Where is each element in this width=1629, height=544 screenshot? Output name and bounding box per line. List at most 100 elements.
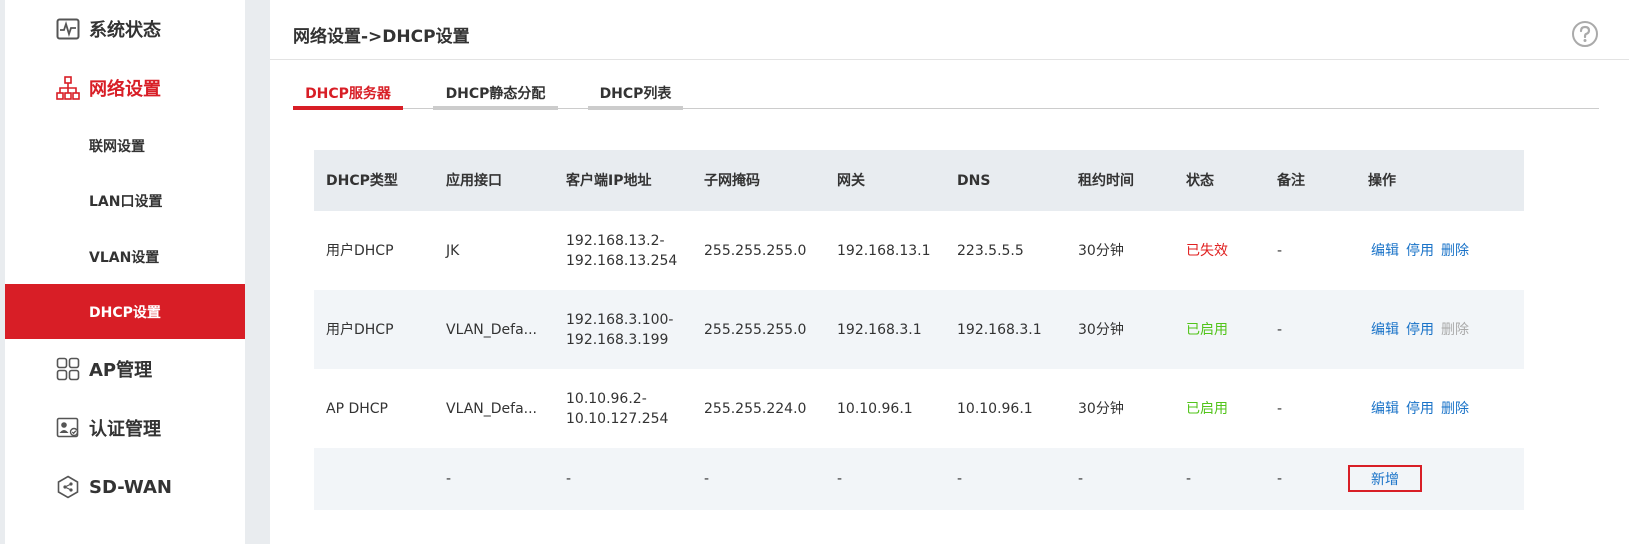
- column-header: DHCP类型: [326, 172, 398, 189]
- tab-indicator: [433, 106, 558, 110]
- table-row: 用户DHCP VLAN_Defa... 192.168.3.100- 192.1…: [314, 290, 1524, 369]
- edit-link[interactable]: 编辑: [1371, 241, 1399, 261]
- cell-type: AP DHCP: [326, 400, 388, 417]
- tab-dhcp-list[interactable]: DHCP列表: [588, 84, 683, 110]
- cell-note: -: [1277, 400, 1283, 417]
- cell-subnet-mask: 255.255.255.0: [704, 321, 807, 338]
- delete-link: 删除: [1441, 321, 1469, 338]
- column-header: 子网掩码: [704, 172, 760, 189]
- sidebar-item-label: SD-WAN: [89, 476, 172, 498]
- ip-end: 192.168.13.254: [566, 252, 678, 269]
- tab-indicator: [588, 106, 683, 110]
- sidebar-item-system-status[interactable]: 系统状态: [5, 0, 245, 58]
- sidebar-item-auth-management[interactable]: 认证管理: [5, 399, 245, 457]
- column-header: 租约时间: [1078, 172, 1134, 189]
- sidebar: 系统状态 网络设置 联网设置 LAN口设置 VLAN设置 DHCP设置 AP管理…: [5, 0, 245, 544]
- cell-subnet-mask: 255.255.255.0: [704, 242, 807, 259]
- cell-lease: 30分钟: [1078, 242, 1124, 259]
- cell-type: 用户DHCP: [326, 242, 394, 259]
- delete-link[interactable]: 删除: [1441, 241, 1469, 261]
- table-row-add: - - - - - - - - 新增: [314, 448, 1524, 510]
- cell-client-ip: 192.168.13.2- 192.168.13.254: [566, 211, 677, 290]
- id-card-icon: [55, 415, 81, 441]
- cell-dns: 10.10.96.1: [957, 400, 1033, 417]
- cell-placeholder: -: [1186, 471, 1192, 487]
- ip-start: 192.168.13.2-: [566, 232, 665, 249]
- ip-end: 192.168.3.199: [566, 331, 669, 348]
- delete-link[interactable]: 删除: [1441, 399, 1469, 419]
- hexagon-network-icon: [55, 474, 81, 500]
- sidebar-item-label: DHCP设置: [89, 304, 161, 321]
- tab-label: DHCP静态分配: [445, 86, 546, 102]
- sidebar-item-vlan-settings[interactable]: VLAN设置: [5, 229, 245, 284]
- column-header: 备注: [1277, 172, 1305, 189]
- page-title: 网络设置->DHCP设置: [293, 27, 470, 47]
- status-badge: 已启用: [1186, 400, 1228, 417]
- ip-end: 10.10.127.254: [566, 410, 669, 427]
- tab-dhcp-server[interactable]: DHCP服务器: [293, 84, 403, 110]
- sidebar-item-label: 认证管理: [89, 419, 161, 440]
- sidebar-item-label: 网络设置: [89, 79, 161, 100]
- cell-note: -: [1277, 321, 1283, 338]
- cell-client-ip: 192.168.3.100- 192.168.3.199: [566, 290, 673, 369]
- cell-actions: 编辑 停用 删除: [1371, 211, 1476, 290]
- sidebar-item-label: 联网设置: [89, 138, 145, 155]
- tab-label: DHCP服务器: [305, 86, 391, 102]
- edit-link[interactable]: 编辑: [1371, 399, 1399, 419]
- sidebar-item-label: VLAN设置: [89, 249, 160, 266]
- column-header: 客户端IP地址: [566, 172, 652, 189]
- sidebar-item-label: 系统状态: [89, 20, 161, 41]
- main-panel: 网络设置->DHCP设置 DHCP服务器 DHCP静态分配 DHCP列表 DHC…: [270, 0, 1629, 544]
- cell-type: 用户DHCP: [326, 321, 394, 338]
- sidebar-item-sd-wan[interactable]: SD-WAN: [5, 458, 245, 516]
- cell-note: -: [1277, 242, 1283, 259]
- sidebar-item-ap-management[interactable]: AP管理: [5, 340, 245, 398]
- column-header: 状态: [1186, 172, 1214, 189]
- tab-indicator: [293, 106, 403, 110]
- disable-link[interactable]: 停用: [1406, 320, 1434, 340]
- add-button[interactable]: 新增: [1348, 465, 1422, 492]
- disable-link[interactable]: 停用: [1406, 399, 1434, 419]
- cell-interface: JK: [446, 242, 460, 259]
- column-header: 操作: [1368, 172, 1396, 189]
- cell-gateway: 10.10.96.1: [837, 400, 913, 417]
- tab-bar: DHCP服务器 DHCP静态分配 DHCP列表: [293, 84, 1599, 110]
- column-header: DNS: [957, 172, 991, 189]
- cell-lease: 30分钟: [1078, 321, 1124, 338]
- question-circle-icon[interactable]: [1571, 20, 1599, 48]
- cell-subnet-mask: 255.255.224.0: [704, 400, 807, 417]
- cell-lease: 30分钟: [1078, 400, 1124, 417]
- sidebar-item-internet-settings[interactable]: 联网设置: [5, 118, 245, 173]
- cell-placeholder: -: [1078, 471, 1084, 487]
- sidebar-item-network-settings[interactable]: 网络设置: [5, 59, 245, 117]
- column-header: 网关: [837, 172, 865, 189]
- cell-dns: 223.5.5.5: [957, 242, 1024, 259]
- cell-placeholder: -: [566, 471, 572, 487]
- cell-interface: VLAN_Defa...: [446, 400, 537, 417]
- edit-link[interactable]: 编辑: [1371, 320, 1399, 340]
- disable-link[interactable]: 停用: [1406, 241, 1434, 261]
- table-row: 用户DHCP JK 192.168.13.2- 192.168.13.254 2…: [314, 211, 1524, 290]
- tab-label: DHCP列表: [599, 86, 672, 102]
- cell-placeholder: -: [837, 471, 843, 487]
- pulse-monitor-icon: [55, 16, 81, 42]
- sidebar-item-lan-settings[interactable]: LAN口设置: [5, 173, 245, 228]
- cell-placeholder: -: [957, 471, 963, 487]
- ip-start: 192.168.3.100-: [566, 311, 674, 328]
- sidebar-item-label: AP管理: [89, 360, 153, 381]
- cell-placeholder: -: [446, 471, 452, 487]
- cell-actions: 编辑 停用 删除: [1371, 369, 1476, 448]
- cell-interface: VLAN_Defa...: [446, 321, 537, 338]
- network-tree-icon: [55, 75, 81, 101]
- cell-dns: 192.168.3.1: [957, 321, 1042, 338]
- cell-client-ip: 10.10.96.2- 10.10.127.254: [566, 369, 668, 448]
- cell-placeholder: -: [1277, 471, 1283, 487]
- page-header: 网络设置->DHCP设置: [270, 0, 1629, 60]
- status-badge: 已启用: [1186, 321, 1228, 338]
- sidebar-item-dhcp-settings[interactable]: DHCP设置: [5, 284, 245, 339]
- sidebar-item-label: LAN口设置: [89, 193, 163, 210]
- tab-dhcp-static[interactable]: DHCP静态分配: [433, 84, 558, 110]
- grid-squares-icon: [55, 356, 81, 382]
- cell-gateway: 192.168.3.1: [837, 321, 922, 338]
- ip-start: 10.10.96.2-: [566, 390, 647, 407]
